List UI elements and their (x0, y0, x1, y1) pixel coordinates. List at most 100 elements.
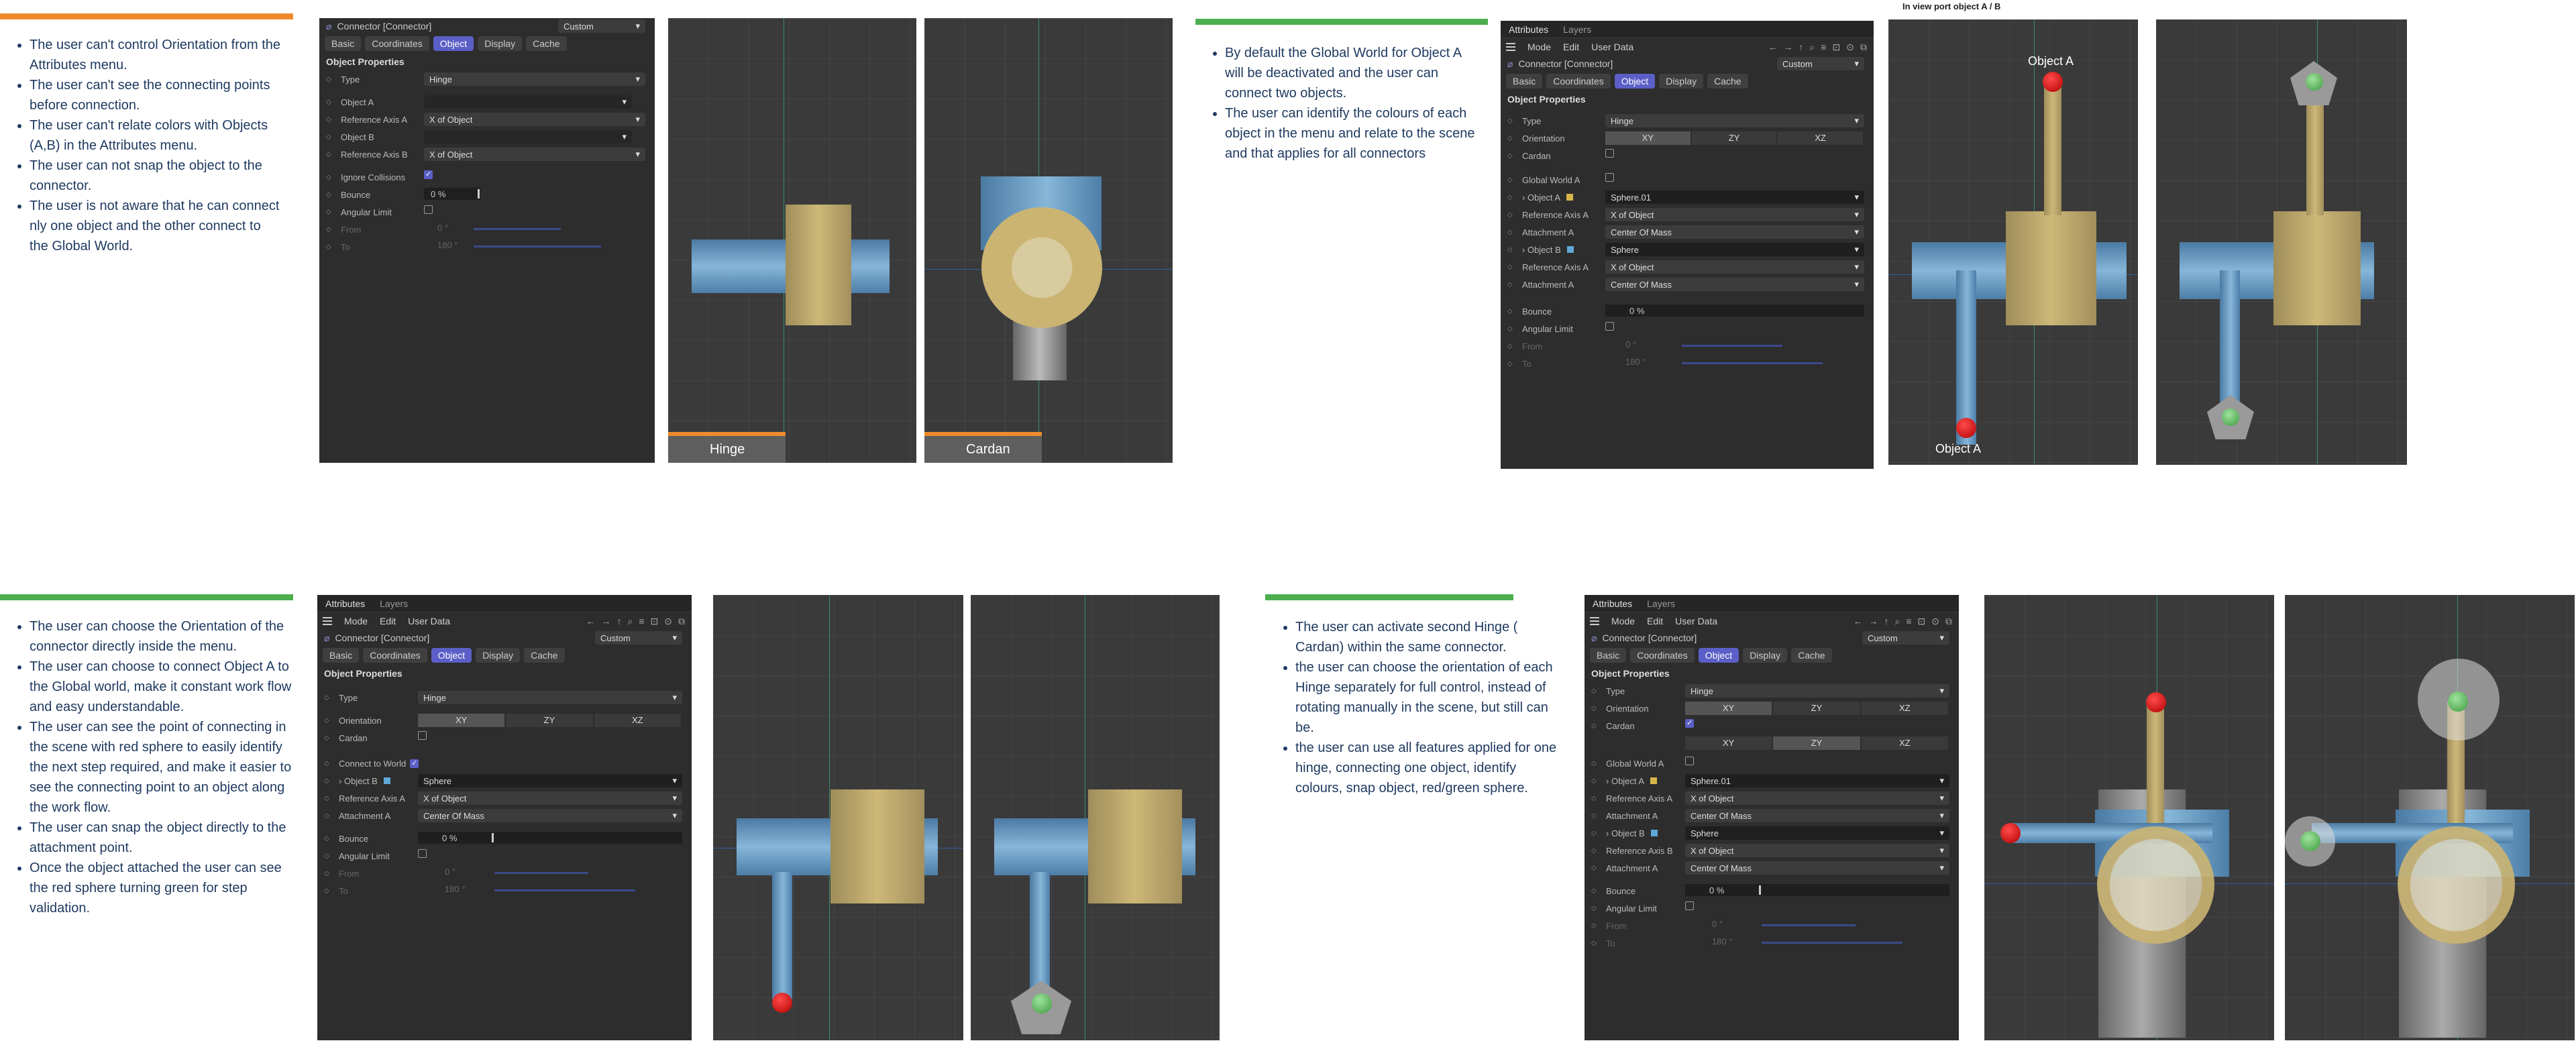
menu-user-data[interactable]: User Data (408, 616, 450, 626)
new-window-icon[interactable]: ⧉ (1945, 616, 1952, 627)
ignore-collisions-checkbox[interactable] (424, 170, 433, 179)
cardan-checkbox[interactable] (1685, 718, 1694, 728)
type-dropdown[interactable]: Hinge ▾ (418, 691, 682, 704)
tab-basic[interactable]: Basic (325, 36, 362, 51)
menu-user-data[interactable]: User Data (1675, 616, 1717, 626)
viewport-cardan-red[interactable] (1984, 595, 2274, 1040)
lock-icon[interactable]: ⊡ (1833, 42, 1841, 53)
filter-icon[interactable]: ≡ (639, 616, 644, 627)
settings-icon[interactable]: ⊙ (1931, 616, 1939, 627)
tab-coordinates[interactable]: Coordinates (1546, 74, 1611, 89)
viewport-cardan[interactable]: Cardan (924, 18, 1173, 463)
forward-icon[interactable]: → (1869, 616, 1878, 627)
angular-limit-checkbox[interactable] (424, 205, 433, 214)
angular-limit-checkbox[interactable] (1605, 322, 1614, 331)
back-icon[interactable]: ← (586, 616, 596, 627)
lock-icon[interactable]: ⊡ (1918, 616, 1926, 627)
new-window-icon[interactable]: ⧉ (678, 616, 685, 627)
mode-dropdown[interactable]: Custom ▾ (1777, 57, 1864, 70)
orient2-zy[interactable]: ZY (1773, 736, 1862, 750)
orient-xz[interactable]: XZ (594, 714, 682, 727)
attachment-a-dropdown[interactable]: Center Of Mass ▾ (1605, 225, 1864, 239)
tab-object[interactable]: Object (1698, 648, 1739, 663)
orient-zy[interactable]: ZY (506, 714, 594, 727)
tab-cache[interactable]: Cache (526, 36, 567, 51)
forward-icon[interactable]: → (602, 616, 611, 627)
tab-display[interactable]: Display (1743, 648, 1788, 663)
viewport-connect-green[interactable] (971, 595, 1220, 1040)
orient2-xz[interactable]: XZ (1861, 736, 1949, 750)
ref-axis-a-dropdown[interactable]: X of Object ▾ (1605, 208, 1864, 221)
connect-world-checkbox[interactable] (410, 759, 419, 768)
object-a-field[interactable]: ▾ (424, 95, 632, 109)
forward-icon[interactable]: → (1784, 42, 1793, 53)
object-a-field[interactable]: Sphere.01 ▾ (1685, 774, 1949, 787)
orient-xz[interactable]: XZ (1861, 702, 1949, 715)
tab-basic[interactable]: Basic (1506, 74, 1543, 89)
tab-object[interactable]: Object (431, 648, 472, 663)
object-b-field[interactable]: Sphere ▾ (418, 774, 682, 787)
type-dropdown[interactable]: Hinge ▾ (1605, 114, 1864, 127)
hamburger-icon[interactable] (1590, 617, 1599, 625)
menu-edit[interactable]: Edit (1647, 616, 1663, 626)
ref-axis-a-dropdown[interactable]: X of Object ▾ (1685, 791, 1949, 805)
viewport-object-b[interactable] (2156, 19, 2407, 465)
tab-cache[interactable]: Cache (524, 648, 565, 663)
global-world-checkbox[interactable] (1685, 757, 1694, 765)
hamburger-icon[interactable] (323, 617, 332, 625)
bounce-slider[interactable]: 0 % (1605, 305, 1864, 317)
search-icon[interactable]: ⌕ (1895, 616, 1900, 627)
tab-attributes[interactable]: Attributes (325, 598, 365, 609)
menu-mode[interactable]: Mode (344, 616, 368, 626)
menu-mode[interactable]: Mode (1611, 616, 1635, 626)
orient-zy[interactable]: ZY (1691, 131, 1778, 145)
filter-icon[interactable]: ≡ (1821, 42, 1826, 53)
tab-object[interactable]: Object (1614, 74, 1656, 89)
mode-dropdown[interactable]: Custom ▾ (1862, 631, 1949, 645)
back-icon[interactable]: ← (1854, 616, 1863, 627)
viewport-connect-red[interactable] (713, 595, 963, 1040)
menu-edit[interactable]: Edit (380, 616, 396, 626)
orient-xz[interactable]: XZ (1778, 131, 1865, 145)
tab-layers[interactable]: Layers (1647, 598, 1675, 609)
cardan-checkbox[interactable] (418, 731, 427, 740)
orient-zy[interactable]: ZY (1773, 702, 1862, 715)
lock-icon[interactable]: ⊡ (651, 616, 659, 627)
search-icon[interactable]: ⌕ (628, 616, 633, 627)
orient-xy[interactable]: XY (418, 714, 506, 727)
chevron-right-icon[interactable]: › (1522, 245, 1525, 255)
tab-basic[interactable]: Basic (1590, 648, 1627, 663)
object-b-field[interactable]: ▾ (424, 130, 632, 144)
tab-cache[interactable]: Cache (1707, 74, 1748, 89)
angular-limit-checkbox[interactable] (1685, 901, 1694, 910)
object-b-field[interactable]: Sphere ▾ (1685, 826, 1949, 840)
tab-display[interactable]: Display (1659, 74, 1704, 89)
mode-dropdown[interactable]: Custom ▾ (558, 19, 645, 33)
chevron-right-icon[interactable]: › (339, 776, 341, 786)
orient-xy[interactable]: XY (1685, 702, 1774, 715)
ref-axis-b-dropdown[interactable]: X of Object ▾ (1685, 844, 1949, 857)
attachment-a-dropdown[interactable]: Center Of Mass ▾ (1685, 809, 1949, 822)
tab-coordinates[interactable]: Coordinates (1630, 648, 1695, 663)
type-dropdown[interactable]: Hinge ▾ (1685, 684, 1949, 698)
tab-cache[interactable]: Cache (1791, 648, 1832, 663)
search-icon[interactable]: ⌕ (1810, 42, 1815, 53)
chevron-right-icon[interactable]: › (1606, 828, 1609, 838)
tab-display[interactable]: Display (476, 648, 521, 663)
mode-dropdown[interactable]: Custom ▾ (595, 631, 682, 645)
back-icon[interactable]: ← (1768, 42, 1778, 53)
attachment-b-dropdown[interactable]: Center Of Mass ▾ (1685, 861, 1949, 875)
cardan-checkbox[interactable] (1605, 149, 1614, 158)
filter-icon[interactable]: ≡ (1906, 616, 1911, 627)
tab-layers[interactable]: Layers (380, 598, 408, 609)
object-a-field[interactable]: Sphere.01 ▾ (1605, 190, 1864, 204)
global-world-checkbox[interactable] (1605, 173, 1614, 182)
type-dropdown[interactable]: Hinge ▾ (424, 72, 645, 86)
hamburger-icon[interactable] (1506, 43, 1515, 51)
viewport-cardan-green[interactable] (2285, 595, 2575, 1040)
menu-user-data[interactable]: User Data (1591, 42, 1633, 52)
chevron-right-icon[interactable]: › (1606, 776, 1609, 786)
chevron-right-icon[interactable]: › (1522, 193, 1525, 203)
ref-axis-a-dropdown[interactable]: X of Object ▾ (418, 791, 682, 805)
attachment-b-dropdown[interactable]: Center Of Mass ▾ (1605, 278, 1864, 291)
